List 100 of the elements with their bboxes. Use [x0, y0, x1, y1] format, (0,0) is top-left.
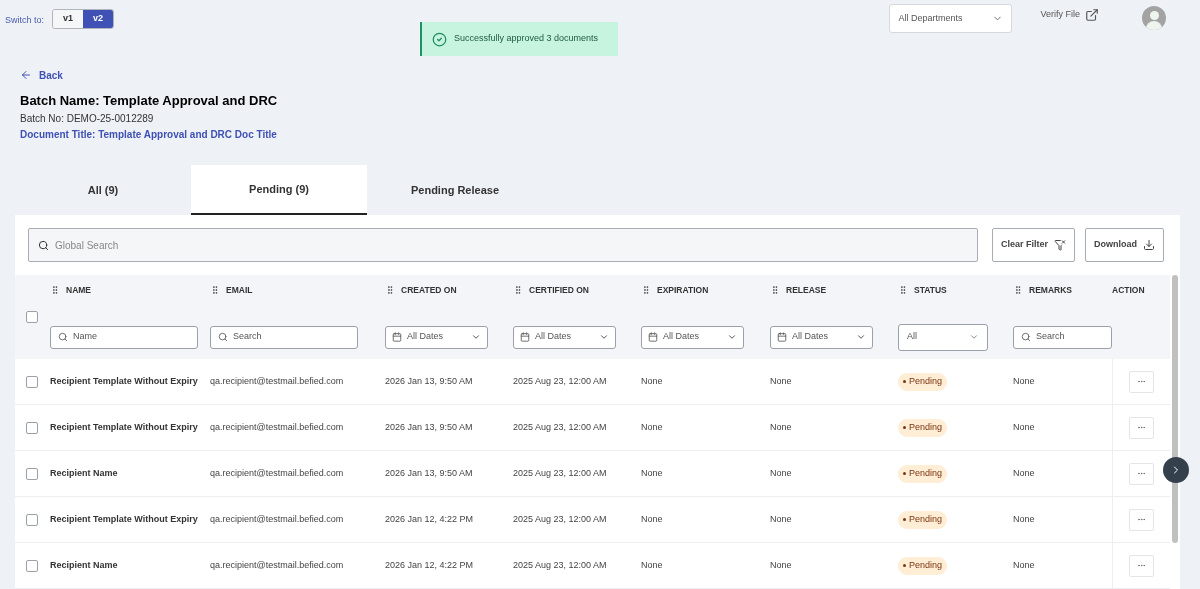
- status-badge: Pending: [898, 418, 948, 437]
- table-cell-text: None: [770, 513, 793, 526]
- date-select[interactable]: All Dates: [385, 325, 488, 349]
- table-cell-text: 2025 Aug 23, 12:00 AM: [513, 467, 608, 480]
- status-badge: Pending: [898, 556, 948, 575]
- table-cell-text: None: [770, 559, 793, 572]
- chevron-down-icon: [856, 332, 866, 342]
- version-toggle[interactable]: v2: [83, 10, 113, 28]
- table-cell-text: None: [1013, 420, 1035, 434]
- calendar-icon: [648, 332, 658, 342]
- table-cell-text: None: [770, 467, 793, 480]
- table-cell-text: qa.recipient@testmail.befied.com: [210, 513, 345, 526]
- table-cell-text: None: [641, 559, 664, 572]
- arrow-left-icon: [20, 69, 32, 81]
- table-cell-text: Recipient Name: [50, 467, 119, 480]
- verify-file-link[interactable]: Verify File: [1040, 8, 1099, 22]
- global-search-field[interactable]: Global Search: [28, 228, 978, 262]
- status-badge: Pending: [898, 464, 948, 483]
- table-cell-text: Recipient Template Without Expiry: [50, 513, 199, 526]
- department-select[interactable]: All Departments: [889, 4, 1013, 33]
- search-icon: [38, 239, 49, 251]
- external-link-icon: [1085, 8, 1099, 22]
- table-cell-text: qa.recipient@testmail.befied.com: [210, 467, 345, 480]
- table-cell-text: None: [641, 467, 664, 480]
- column-header: CERTIFIED ON: [529, 283, 589, 297]
- drag-handle-icon[interactable]: [898, 285, 908, 295]
- toast-message: Successfully approved 3 documents: [454, 32, 599, 46]
- table-cell-text: None: [641, 513, 664, 526]
- chevron-down-icon: [599, 332, 609, 342]
- table-cell-text: 2026 Jan 13, 9:50 AM: [385, 375, 474, 388]
- table-cell-text: 2026 Jan 13, 9:50 AM: [385, 467, 474, 480]
- ellipsis-icon: [1137, 515, 1146, 524]
- chevron-down-icon: [471, 332, 481, 342]
- drag-handle-icon[interactable]: [513, 285, 523, 295]
- search-field[interactable]: Search: [1013, 325, 1112, 349]
- avatar-icon[interactable]: [1142, 6, 1166, 30]
- table-cell-text: Recipient Template Without Expiry: [50, 421, 199, 434]
- table-cell-text: None: [1013, 374, 1035, 388]
- chevron-down-icon: [969, 332, 979, 342]
- table-cell-text: qa.recipient@testmail.befied.com: [210, 421, 345, 434]
- column-header: STATUS: [914, 283, 947, 297]
- checkbox[interactable]: [26, 421, 38, 434]
- scrollbar[interactable]: [1172, 275, 1178, 543]
- table-cell-text: None: [1013, 512, 1035, 526]
- table-cell-text: None: [641, 375, 664, 388]
- status-badge: Pending: [898, 372, 948, 391]
- date-select[interactable]: All Dates: [770, 325, 873, 349]
- drag-handle-icon[interactable]: [1013, 285, 1023, 295]
- ellipsis-icon: [1137, 469, 1146, 478]
- checkbox[interactable]: [26, 559, 38, 572]
- calendar-icon: [777, 332, 787, 342]
- date-select[interactable]: All Dates: [641, 325, 744, 349]
- download-button[interactable]: Download: [1085, 228, 1165, 262]
- drag-handle-icon[interactable]: [641, 285, 651, 295]
- checkbox[interactable]: [26, 375, 38, 388]
- status-badge: Pending: [898, 510, 948, 529]
- drag-handle-icon[interactable]: [210, 285, 220, 295]
- drag-handle-icon[interactable]: [50, 285, 60, 295]
- checkbox[interactable]: [26, 311, 38, 323]
- table-cell-text: None: [770, 421, 793, 434]
- column-header: REMARKS: [1029, 283, 1072, 297]
- tab[interactable]: All (9): [15, 165, 191, 215]
- clear-filter-button[interactable]: Clear Filter: [992, 228, 1076, 262]
- table-cell-text: Recipient Template Without Expiry: [50, 375, 199, 388]
- column-header: NAME: [66, 283, 92, 297]
- filter-icon: [1054, 239, 1067, 251]
- batch-number: Batch No: DEMO-25-0012289: [20, 112, 155, 125]
- table-cell-text: Recipient Name: [50, 559, 119, 572]
- tab[interactable]: Pending Release: [367, 165, 543, 215]
- drag-handle-icon[interactable]: [385, 285, 395, 295]
- ellipsis-icon: [1137, 561, 1146, 570]
- column-header: CREATED ON: [401, 283, 457, 297]
- column-header: EMAIL: [226, 283, 253, 297]
- drag-handle-icon[interactable]: [770, 285, 780, 295]
- table-cell-text: None: [770, 375, 793, 388]
- back-link[interactable]: Back: [20, 67, 1200, 83]
- table-cell-text: 2026 Jan 12, 4:22 PM: [385, 513, 475, 526]
- scroll-right-button[interactable]: [1163, 457, 1189, 483]
- ellipsis-icon: [1137, 423, 1146, 432]
- search-field[interactable]: Search: [210, 325, 358, 349]
- table-cell-text: None: [641, 421, 664, 434]
- search-icon: [58, 332, 68, 342]
- checkbox[interactable]: [26, 467, 38, 480]
- search-field[interactable]: Name: [50, 325, 198, 349]
- checkbox[interactable]: [26, 513, 38, 526]
- calendar-icon: [520, 332, 530, 342]
- check-circle-icon: [432, 31, 447, 47]
- table-cell-text: qa.recipient@testmail.befied.com: [210, 559, 345, 572]
- tab[interactable]: Pending (9): [191, 165, 367, 215]
- table-cell-text: 2025 Aug 23, 12:00 AM: [513, 513, 608, 526]
- version-toggle[interactable]: v1: [53, 10, 83, 28]
- status-select[interactable]: All: [898, 323, 988, 351]
- column-header: ACTION: [1112, 283, 1145, 297]
- switch-label: Switch to:: [5, 14, 44, 27]
- table-cell-text: 2025 Aug 23, 12:00 AM: [513, 375, 608, 388]
- search-icon: [1021, 332, 1031, 342]
- download-icon: [1143, 239, 1156, 251]
- table-cell-text: 2026 Jan 13, 9:50 AM: [385, 421, 474, 434]
- calendar-icon: [392, 332, 402, 342]
- date-select[interactable]: All Dates: [513, 325, 616, 349]
